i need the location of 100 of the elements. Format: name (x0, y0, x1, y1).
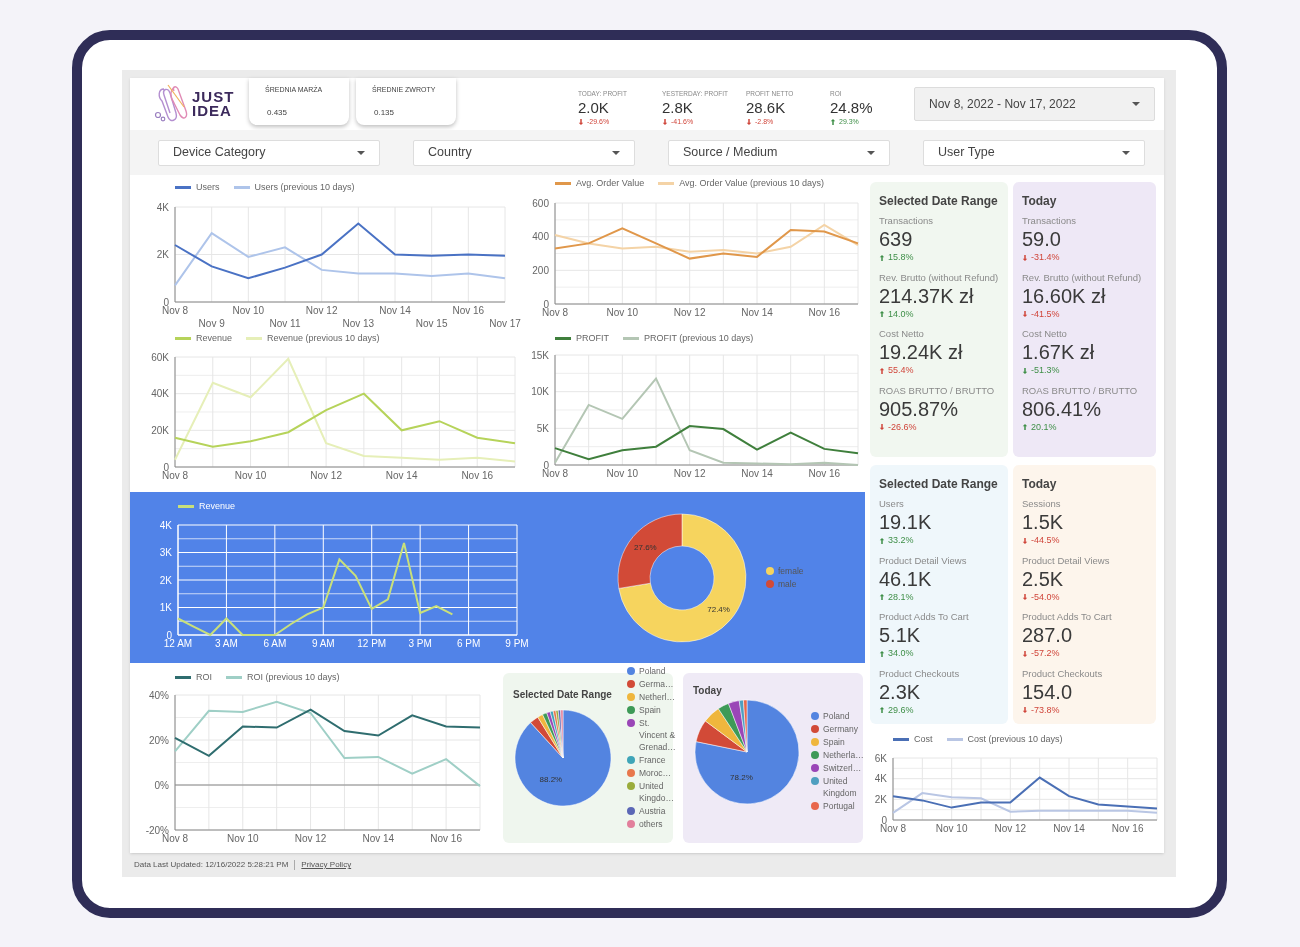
metric-label: Product Checkouts (879, 667, 961, 680)
axis-label: 4K (874, 773, 887, 785)
legend-label: PROFIT (previous 10 days) (644, 332, 754, 345)
legend-label: Germa… (639, 678, 674, 690)
axis-label: Nov 14 (379, 305, 411, 316)
axis-label: Nov 15 (415, 318, 448, 329)
legend-label: Revenue (previous 10 days) (267, 332, 380, 345)
axis-label: 0 (881, 814, 887, 826)
data-label: 88.2% (539, 774, 563, 784)
metric-label: Product Detail Views (879, 554, 968, 567)
metric-value: 59.0 (1022, 227, 1062, 251)
axis-label: Nov 17 (489, 318, 521, 329)
logo-text: JUST (192, 90, 235, 104)
card-title: Today (693, 684, 723, 698)
metric-label: Product Detail Views (1022, 554, 1111, 567)
axis-label: Nov 10 (606, 468, 639, 479)
change-value: -51.3% (1031, 364, 1060, 377)
axis-label: 2K (874, 793, 887, 805)
legend-label: Poland (639, 665, 666, 677)
metric-label: Product Adds To Cart (1022, 611, 1113, 623)
date-range-picker[interactable]: Nov 8, 2022 - Nov 17, 2022 (914, 87, 1155, 121)
legend-label: PROFIT (576, 332, 609, 345)
metric-label: Users (879, 498, 905, 510)
axis-label: Nov 16 (430, 833, 462, 844)
caret-icon (357, 150, 365, 155)
axis-label: Nov 8 (161, 305, 189, 316)
legend-label: St. Vincent & Grenad… (639, 717, 677, 753)
axis-label: 60K (151, 351, 169, 363)
axis-label: Nov 10 (935, 823, 968, 834)
filter-dropdown[interactable]: User Type (923, 139, 1145, 166)
axis-label: Nov 13 (342, 318, 375, 329)
axis-label: Nov 12 (310, 470, 342, 481)
metric-label: Product Checkouts (1022, 667, 1104, 680)
axis-label: Nov 11 (269, 318, 301, 329)
caret-icon (612, 150, 620, 155)
axis-label: 9 AM (311, 638, 335, 649)
change-value: 29.6% (888, 703, 914, 717)
metric-value: 19.1K (879, 510, 933, 534)
axis-label: Nov 8 (541, 468, 569, 479)
data-label: 72.4% (707, 604, 730, 614)
axis-label: Nov 16 (461, 470, 494, 481)
legend-label: male (778, 578, 797, 590)
axis-label: 0% (154, 779, 169, 791)
axis-label: Nov 16 (808, 307, 841, 318)
legend-label: ROI (196, 671, 212, 684)
axis-label: 200 (532, 264, 549, 276)
axis-label: 0 (543, 459, 549, 471)
axis-label: -20% (145, 824, 169, 836)
axis-label: Nov 10 (232, 305, 265, 316)
axis-label: 5K (536, 422, 549, 434)
metric-value: 46.1K (879, 566, 933, 591)
card-value: 0.135 (373, 106, 396, 119)
axis-label: 4K (156, 201, 169, 213)
change-value: -41.5% (1031, 307, 1060, 321)
axis-label: 12 AM (163, 638, 193, 649)
axis-label: 9 PM (505, 638, 529, 649)
axis-label: Nov 12 (305, 305, 338, 316)
axis-label: 1K (159, 602, 172, 613)
privacy-policy-link[interactable]: Privacy Policy (301, 859, 352, 871)
card-title: Selected Date Range (879, 476, 999, 493)
axis-label: 0 (163, 461, 169, 473)
axis-label: Nov 14 (385, 470, 418, 481)
metric-value: 19.24K zł (879, 340, 964, 364)
metric-value: 1.67K zł (1022, 340, 1096, 364)
card-title: Today (1022, 476, 1058, 493)
metric-label: Product Adds To Cart (879, 611, 970, 623)
change-value: 34.0% (888, 647, 914, 660)
metric-value: 287.0 (1022, 623, 1074, 647)
metric-label: Sessions (1022, 498, 1062, 510)
change-value: 55.4% (888, 364, 914, 377)
axis-label: 20K (151, 424, 169, 436)
caret-icon (867, 150, 875, 155)
axis-label: Nov 10 (234, 470, 267, 481)
filter-dropdown[interactable]: Device Category (158, 139, 380, 166)
change-value: -57.2% (1031, 647, 1060, 660)
legend-label: Avg. Order Value (previous 10 days) (679, 177, 824, 190)
axis-label: Nov 14 (362, 833, 395, 844)
data-label: 27.6% (634, 542, 657, 552)
metric-value: 16.60K zł (1022, 283, 1107, 308)
card-title: Selected Date Range (879, 193, 999, 210)
axis-label: Nov 16 (1111, 823, 1144, 834)
legend-label: Spain (823, 736, 845, 748)
axis-label: 40% (149, 689, 169, 701)
filter-dropdown[interactable]: Source / Medium (668, 139, 890, 166)
axis-label: 20% (149, 734, 169, 746)
legend-label: female (778, 565, 804, 577)
axis-label: 0 (163, 296, 169, 308)
axis-label: Nov 14 (741, 307, 773, 318)
axis-label: 400 (532, 231, 549, 243)
logo-text: IDEA (192, 104, 233, 118)
axis-label: 3 AM (215, 638, 238, 649)
axis-label: Nov 12 (673, 307, 706, 318)
axis-label: 4K (159, 519, 172, 531)
card-value: 0.435 (266, 106, 289, 119)
axis-label: Nov 16 (452, 305, 485, 316)
axis-label: Nov 10 (226, 833, 259, 844)
axis-label: 0 (543, 298, 549, 310)
axis-label: 3 PM (408, 638, 432, 649)
filter-dropdown[interactable]: Country (413, 139, 635, 166)
axis-label: Nov 16 (808, 468, 841, 479)
